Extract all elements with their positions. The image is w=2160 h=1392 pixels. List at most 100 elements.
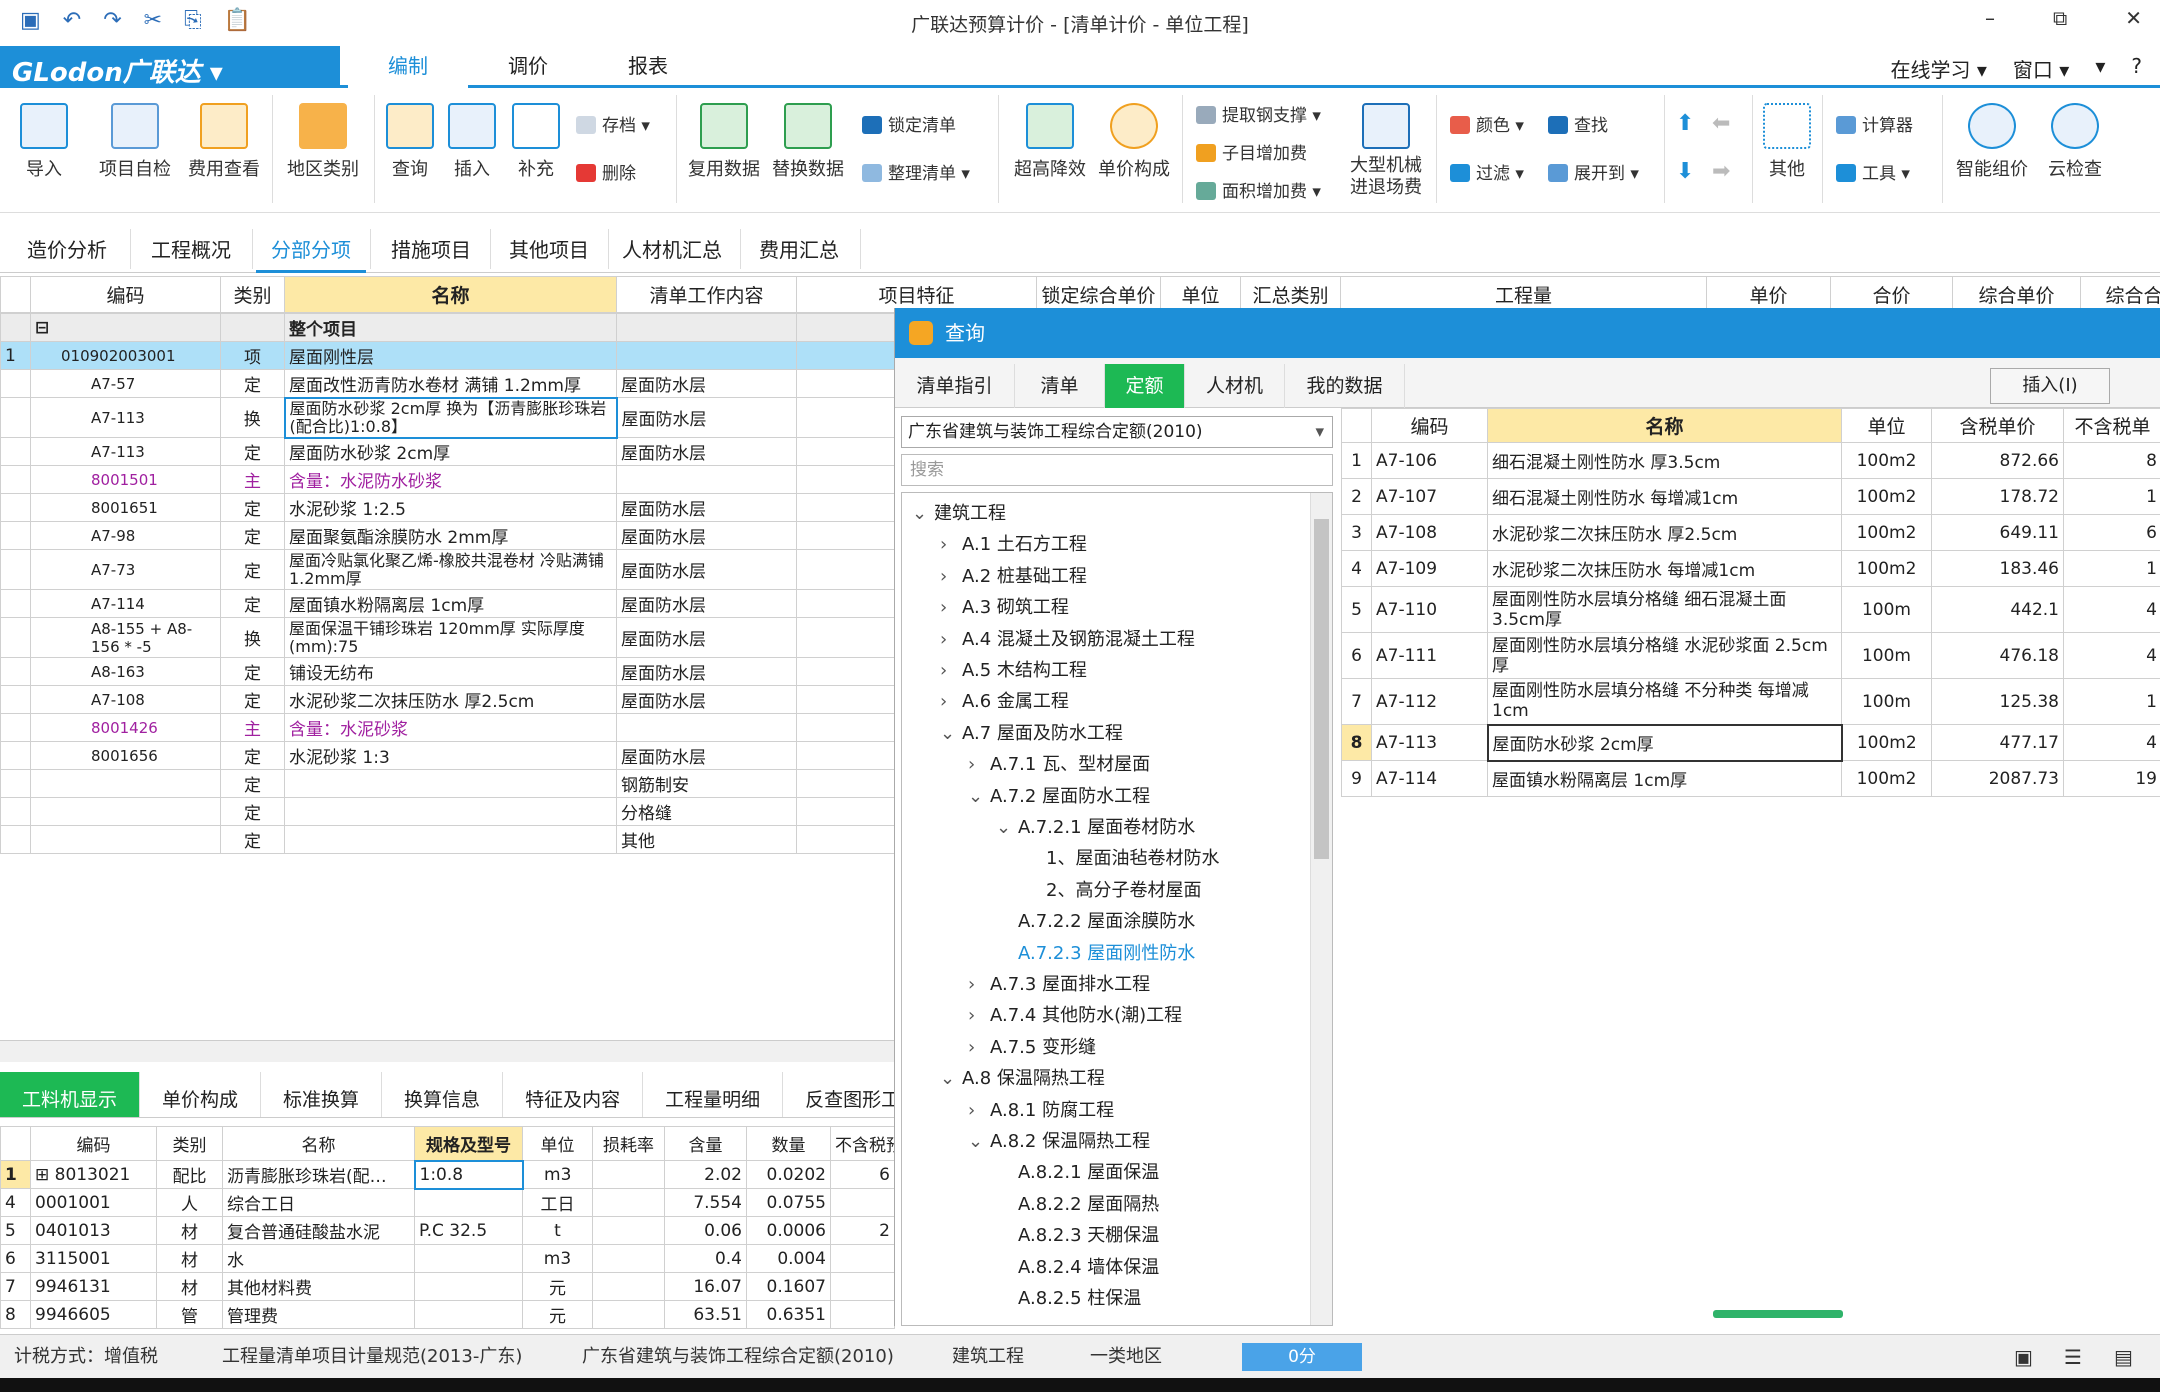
- result-row[interactable]: 1 A7-106 细石混凝土刚性防水 厚3.5cm 100m2 872.66 8: [1341, 442, 2160, 479]
- material-name[interactable]: 沥青膨胀珍珠岩(配…: [222, 1160, 415, 1189]
- material-type[interactable]: 人: [156, 1188, 223, 1217]
- material-unit[interactable]: m3: [522, 1244, 593, 1273]
- lock-list-button[interactable]: 锁定清单: [862, 111, 956, 136]
- item-name[interactable]: 含量：水泥砂浆: [284, 713, 617, 742]
- tree-node[interactable]: ⌄ A.8.2 保温隔热工程: [968, 1127, 1150, 1153]
- row-number[interactable]: 5: [0, 1216, 31, 1245]
- sub-item-fee-button[interactable]: 子目增加费: [1196, 139, 1307, 164]
- grid-view-icon[interactable]: ▤: [2114, 1335, 2133, 1379]
- collapse-arrow-icon[interactable]: ⌄: [968, 786, 990, 807]
- item-name[interactable]: [284, 797, 617, 826]
- item-type[interactable]: 换: [220, 397, 285, 438]
- table-row[interactable]: A7-113 定屋面防水砂浆 2cm厚 屋面防水层: [0, 437, 895, 466]
- tree-node[interactable]: ⌄ A.7 屋面及防水工程: [940, 719, 1123, 745]
- help-icon[interactable]: ?: [2131, 54, 2142, 83]
- other-button[interactable]: 其他: [1760, 103, 1814, 181]
- tree-node[interactable]: A.7.2.3 屋面刚性防水: [996, 939, 1195, 965]
- dtab-quota[interactable]: 定额: [1105, 364, 1185, 408]
- expand-arrow-icon[interactable]: ›: [940, 660, 962, 681]
- tab-cost-analysis[interactable]: 造价分析: [12, 213, 122, 273]
- row-number[interactable]: 4: [0, 1188, 31, 1217]
- table-row[interactable]: A7-113 换屋面防水砂浆 2cm厚 换为【沥青膨胀珍珠岩(配合比)1:0.8】…: [0, 396, 895, 439]
- tab-measures[interactable]: 措施项目: [376, 213, 486, 273]
- restore-button[interactable]: ⧉: [2053, 6, 2067, 30]
- score-indicator[interactable]: 0分: [1242, 1343, 1362, 1371]
- tab-quantity-detail[interactable]: 工程量明细: [643, 1072, 784, 1117]
- price-without-tax[interactable]: 1: [2063, 478, 2160, 515]
- col-work-content[interactable]: 清单工作内容: [616, 276, 797, 313]
- item-work-content[interactable]: 屋面防水层: [616, 741, 797, 770]
- item-features[interactable]: [796, 617, 895, 658]
- material-type[interactable]: 材: [156, 1244, 223, 1273]
- tree-node[interactable]: A.8.2.2 屋面隔热: [996, 1190, 1159, 1216]
- collapse-icon[interactable]: ⊟: [30, 313, 221, 342]
- bcol-content[interactable]: 含量: [664, 1126, 747, 1161]
- replace-data-button[interactable]: 替换数据: [770, 103, 846, 181]
- dtab-labor-material[interactable]: 人材机: [1185, 364, 1285, 408]
- collapse-arrow-icon[interactable]: ⌄: [940, 723, 962, 744]
- tree-node[interactable]: ⌄ A.7.2.1 屋面卷材防水: [996, 813, 1195, 839]
- price-ex-tax[interactable]: [830, 1188, 895, 1217]
- bcol-price-ex-tax[interactable]: 不含税预: [830, 1126, 895, 1161]
- item-code[interactable]: A7-113: [30, 397, 221, 438]
- find-button[interactable]: 查找: [1548, 111, 1608, 136]
- item-name[interactable]: 屋面防水砂浆 2cm厚: [284, 437, 617, 466]
- item-features[interactable]: [796, 769, 895, 798]
- tab-material-display[interactable]: 工料机显示: [0, 1072, 141, 1117]
- price-ex-tax[interactable]: 6: [830, 1160, 895, 1189]
- material-name[interactable]: 管理费: [222, 1300, 415, 1329]
- row-number[interactable]: [0, 369, 31, 398]
- quota-code[interactable]: A7-112: [1371, 678, 1488, 725]
- material-unit[interactable]: 工日: [522, 1188, 593, 1217]
- material-type[interactable]: 管: [156, 1300, 223, 1329]
- material-code[interactable]: 9946131: [30, 1272, 157, 1301]
- item-features[interactable]: [796, 657, 895, 686]
- item-work-content[interactable]: 分格缝: [616, 797, 797, 826]
- item-work-content[interactable]: 屋面防水层: [616, 437, 797, 466]
- table-row[interactable]: A7-114 定屋面镇水粉隔离层 1cm厚 屋面防水层: [0, 589, 895, 618]
- expand-to-button[interactable]: 展开到 ▾: [1548, 159, 1639, 184]
- item-code[interactable]: 8001656: [30, 741, 221, 770]
- price-with-tax[interactable]: 442.1: [1931, 586, 2064, 633]
- row-number[interactable]: 5: [1341, 586, 1372, 633]
- expand-arrow-icon[interactable]: ›: [968, 974, 990, 995]
- col-name[interactable]: 名称: [284, 276, 617, 313]
- item-name[interactable]: 水泥砂浆 1:2.5: [284, 493, 617, 522]
- item-features[interactable]: [796, 397, 895, 438]
- query-button[interactable]: 查询: [384, 103, 436, 181]
- window-menu[interactable]: 窗口 ▾: [2013, 54, 2069, 83]
- price-with-tax[interactable]: 2087.73: [1931, 760, 2064, 797]
- quota-code[interactable]: A7-113: [1371, 724, 1488, 761]
- item-code[interactable]: 010902003001: [30, 341, 221, 370]
- tree-node[interactable]: › A.4 混凝土及钢筋混凝土工程: [940, 625, 1195, 651]
- close-button[interactable]: ✕: [2125, 6, 2142, 30]
- rcol-price-notax[interactable]: 不含税单: [2063, 408, 2160, 443]
- content-value[interactable]: 7.554: [664, 1188, 747, 1217]
- tree-scrollbar[interactable]: [1310, 493, 1332, 1325]
- item-type[interactable]: 定: [220, 657, 285, 686]
- tree-node[interactable]: › A.5 木结构工程: [940, 656, 1087, 682]
- price-with-tax[interactable]: 872.66: [1931, 442, 2064, 479]
- app-logo-menu[interactable]: GLodon广联达 ▾: [0, 46, 340, 88]
- quota-name[interactable]: 水泥砂浆二次抹压防水 厚2.5cm: [1487, 514, 1842, 551]
- item-code[interactable]: A7-113: [30, 437, 221, 466]
- item-type[interactable]: 定: [220, 493, 285, 522]
- loss-rate[interactable]: [592, 1272, 665, 1301]
- row-number[interactable]: 1: [0, 1160, 31, 1189]
- item-code[interactable]: A8-155 + A8-156 * -5: [30, 617, 221, 658]
- area-fee-button[interactable]: 面积增加费 ▾: [1196, 177, 1321, 202]
- material-row[interactable]: 8 9946605 管管理费 元 63.51 0.6351: [0, 1300, 895, 1329]
- item-features[interactable]: [796, 797, 895, 826]
- item-features[interactable]: [796, 437, 895, 466]
- item-work-content[interactable]: 屋面防水层: [616, 589, 797, 618]
- table-row[interactable]: 8001651 定水泥砂浆 1:2.5 屋面防水层: [0, 493, 895, 522]
- item-code[interactable]: 8001501: [30, 465, 221, 494]
- price-ex-tax[interactable]: [830, 1300, 895, 1329]
- save-archive-button[interactable]: 存档 ▾: [576, 111, 650, 136]
- splitter-handle[interactable]: [1713, 1310, 1843, 1318]
- material-code[interactable]: ⊞ 8013021: [30, 1160, 157, 1189]
- quota-unit[interactable]: 100m2: [1841, 724, 1932, 761]
- expand-arrow-icon[interactable]: ›: [968, 754, 990, 775]
- row-number[interactable]: [0, 437, 31, 466]
- material-type[interactable]: 配比: [156, 1160, 223, 1189]
